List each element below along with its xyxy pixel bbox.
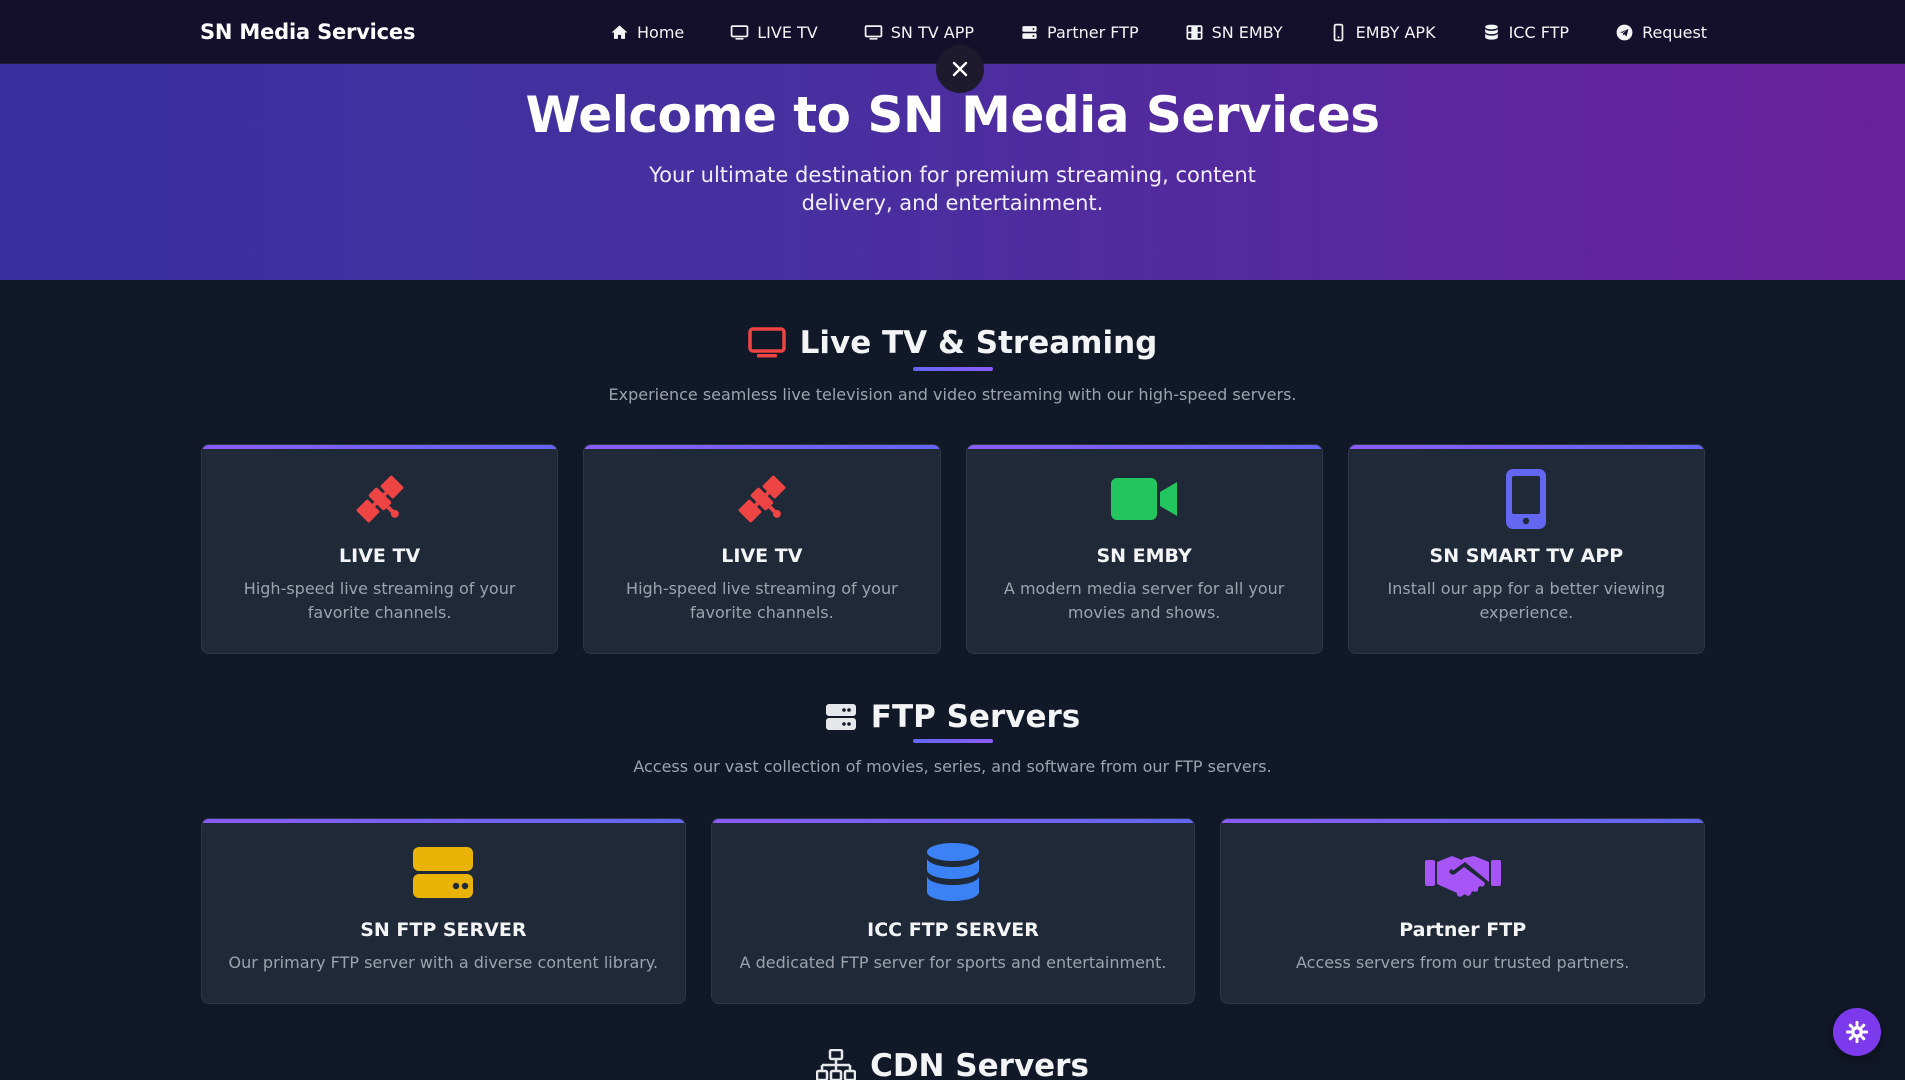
satellite-icon	[738, 475, 786, 523]
card-icon	[202, 467, 557, 531]
card-icon	[712, 841, 1195, 905]
nav-link-live-tv[interactable]: LIVE TV	[730, 23, 818, 42]
hero-subtitle: Your ultimate destination for premium st…	[649, 163, 1256, 215]
section-title-text: FTP Servers	[870, 699, 1081, 735]
card-title: SN EMBY	[1096, 545, 1192, 567]
section-title: Live TV & Streaming	[747, 325, 1158, 361]
nav-link-icc-ftp[interactable]: ICC FTP	[1482, 22, 1570, 42]
section-title: CDN Servers	[816, 1048, 1089, 1080]
database-icon	[1484, 24, 1498, 40]
section-underline	[912, 739, 993, 743]
section-title: FTP Servers	[825, 699, 1080, 735]
close-button[interactable]	[936, 45, 984, 93]
network-icon	[816, 1049, 857, 1080]
nav-links: Home LIVE TV SN TV APP Partner FTP SN EM…	[610, 0, 1707, 64]
card-icon	[1221, 841, 1704, 905]
card-title: Partner FTP	[1399, 919, 1527, 941]
telegram-icon	[1616, 24, 1633, 40]
nav-link-sn-tv-app[interactable]: SN TV APP	[864, 23, 974, 42]
satellite-icon	[356, 475, 404, 523]
card-icon	[967, 467, 1322, 531]
card-description: A dedicated FTP server for sports and en…	[739, 953, 1167, 972]
card-description: High-speed live streaming of your favori…	[243, 579, 516, 622]
card-icon	[202, 841, 685, 905]
card-description: High-speed live streaming of your favori…	[626, 579, 898, 622]
card-sn-emby[interactable]: SN EMBY A modern media server for all yo…	[965, 444, 1323, 654]
ftp-cards: SN FTP SERVER Our primary FTP server wit…	[201, 818, 1706, 1004]
card-icon	[1349, 467, 1704, 531]
server-icon	[825, 704, 856, 730]
card-title: SN SMART TV APP	[1429, 545, 1624, 567]
hero-banner: Welcome to SN Media Services Your ultima…	[0, 64, 1905, 280]
nav-link-label: ICC FTP	[1508, 22, 1570, 42]
section-cdn-header: CDN Servers	[0, 1048, 1905, 1080]
video-camera-icon	[1111, 478, 1178, 520]
card-icon	[584, 467, 939, 531]
nav-link-label: EMBY APK	[1355, 22, 1436, 42]
nav-link-label: Partner FTP	[1047, 22, 1139, 42]
section-live-tv-header: Live TV & Streaming Experience seamless …	[0, 325, 1905, 404]
nav-link-label: SN EMBY	[1211, 22, 1283, 42]
gear-icon	[1846, 1021, 1868, 1043]
mobile-icon	[1333, 23, 1343, 41]
card-description: A modern media server for all your movie…	[1003, 579, 1285, 622]
card-live-tv-1[interactable]: LIVE TV High-speed live streaming of you…	[201, 444, 559, 654]
section-title-text: Live TV & Streaming	[799, 325, 1158, 361]
film-icon	[1186, 24, 1203, 40]
nav-link-sn-emby[interactable]: SN EMBY	[1185, 23, 1283, 42]
hdd-icon	[413, 847, 474, 898]
nav-link-request[interactable]: Request	[1615, 23, 1707, 42]
card-title: LIVE TV	[339, 545, 421, 567]
database-icon	[927, 843, 979, 901]
card-title: ICC FTP SERVER	[867, 919, 1039, 941]
card-description: Install our app for a better viewing exp…	[1387, 579, 1666, 622]
home-icon	[611, 24, 628, 39]
nav-link-label: SN TV APP	[890, 22, 975, 42]
card-title: LIVE TV	[721, 545, 803, 567]
mobile-icon	[1506, 469, 1547, 529]
hero-title: Welcome to SN Media Services	[525, 86, 1380, 144]
nav-link-emby-apk[interactable]: EMBY APK	[1329, 23, 1436, 42]
live-tv-cards: LIVE TV High-speed live streaming of you…	[201, 444, 1705, 654]
section-description: Experience seamless live television and …	[608, 385, 1297, 404]
card-description: Access servers from our trusted partners…	[1296, 953, 1630, 972]
nav-link-label: LIVE TV	[757, 22, 818, 42]
monitor-icon	[864, 24, 883, 40]
nav-link-partner-ftp[interactable]: Partner FTP	[1020, 23, 1139, 42]
nav-link-label: Home	[637, 22, 685, 42]
card-description: Our primary FTP server with a diverse co…	[228, 953, 659, 972]
card-partner-ftp[interactable]: Partner FTP Access servers from our trus…	[1220, 818, 1706, 1004]
card-live-tv-2[interactable]: LIVE TV High-speed live streaming of you…	[583, 444, 941, 654]
card-sn-ftp-server[interactable]: SN FTP SERVER Our primary FTP server wit…	[201, 818, 686, 1004]
server-icon	[1022, 25, 1037, 39]
section-title-text: CDN Servers	[870, 1048, 1089, 1080]
card-icc-ftp-server[interactable]: ICC FTP SERVER A dedicated FTP server fo…	[710, 818, 1196, 1004]
nav-link-label: Request	[1642, 22, 1708, 42]
section-ftp-header: FTP Servers Access our vast collection o…	[0, 699, 1905, 776]
handshake-icon	[1424, 856, 1501, 897]
brand-logo[interactable]: SN Media Services	[200, 0, 415, 64]
nav-link-home[interactable]: Home	[610, 23, 684, 42]
monitor-icon	[730, 24, 749, 40]
theme-toggle-button[interactable]	[1833, 1008, 1881, 1056]
section-description: Access our vast collection of movies, se…	[633, 757, 1272, 776]
close-icon	[952, 61, 968, 77]
card-title: SN FTP SERVER	[360, 919, 527, 941]
section-underline	[912, 367, 993, 371]
tv-icon	[747, 327, 786, 358]
card-sn-smart-tv-app[interactable]: SN SMART TV APP Install our app for a be…	[1347, 444, 1705, 654]
